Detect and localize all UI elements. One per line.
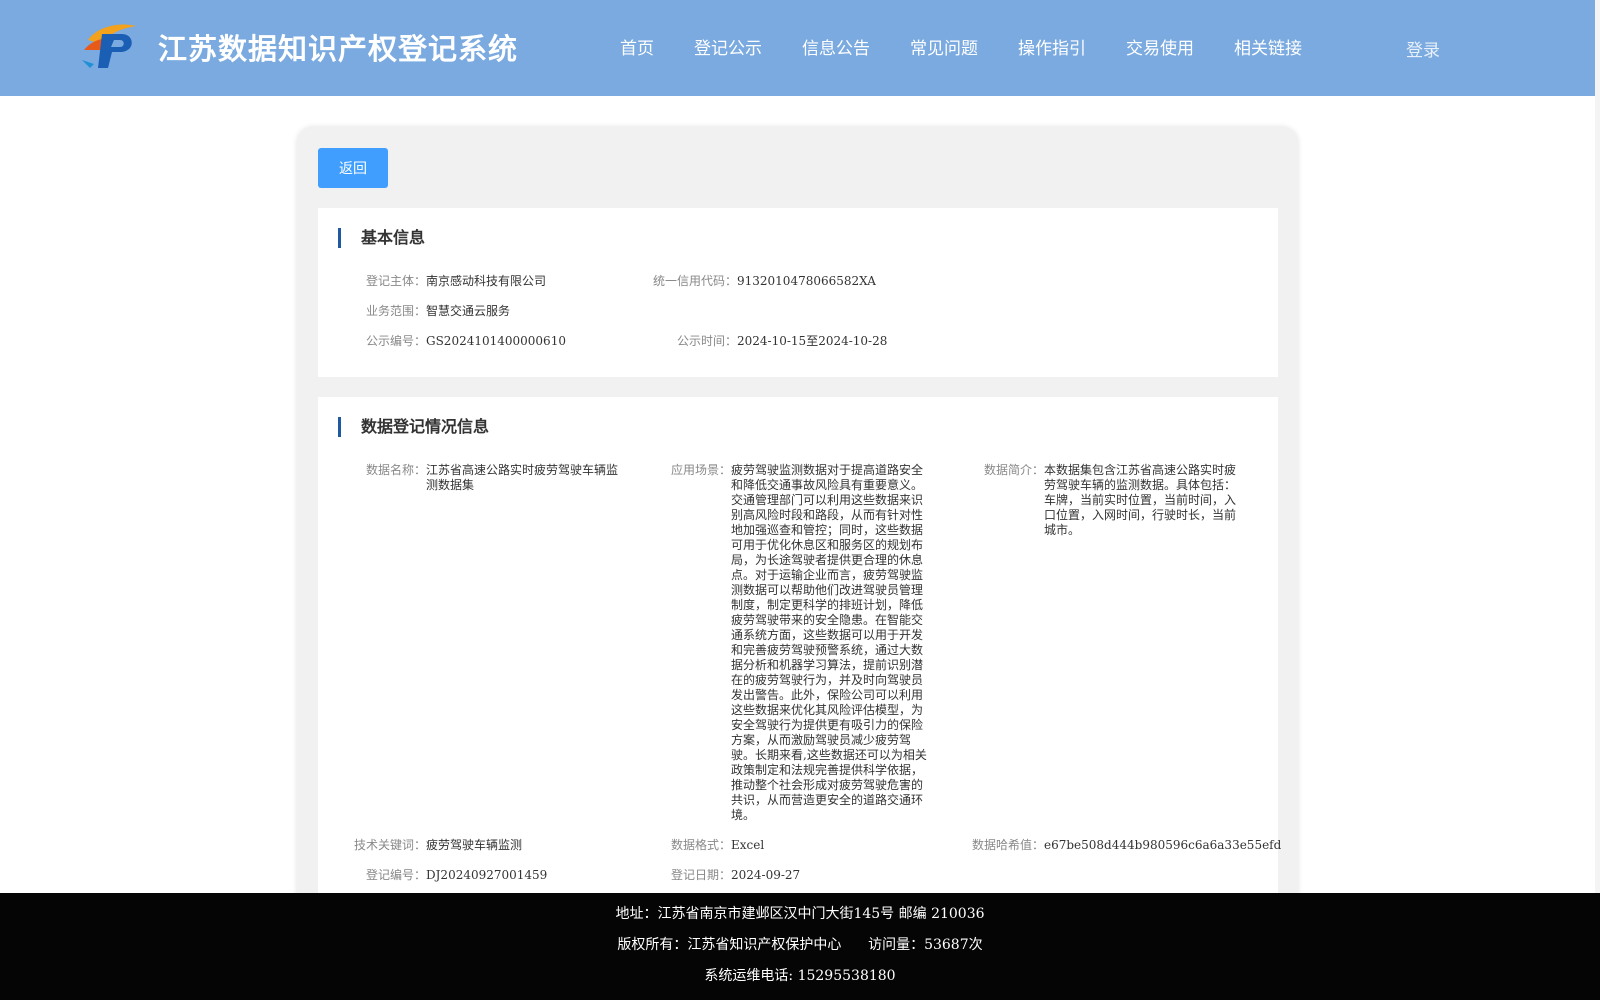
back-button[interactable]: 返回	[318, 148, 388, 188]
pub-time-label: 公示时间：	[676, 334, 737, 348]
basic-info-title: 基本信息	[338, 228, 425, 248]
nav-item-faq[interactable]: 常见问题	[910, 34, 978, 59]
registration-info-card: 数据登记情况信息 数据名称： 江苏省高速公路实时疲劳驾驶车辆监测数据集 应用场景…	[318, 397, 1281, 917]
pub-no-field: 公示编号： GS2024101400000610	[358, 334, 566, 349]
format-label: 数据格式：	[671, 838, 732, 852]
footer-copyright: 版权所有：江苏省知识产权保护中心 访问量：53687次	[617, 937, 983, 953]
entity-value: 南京感动科技有限公司	[426, 274, 547, 288]
pub-time-field: 公示时间： 2024-10-15至2024-10-28	[641, 334, 887, 349]
reg-date-label: 登记日期：	[671, 868, 732, 882]
keyword-label: 技术关键词：	[353, 838, 426, 852]
pub-time-value: 2024-10-15至2024-10-28	[737, 334, 888, 348]
reg-date-field: 登记日期： 2024-09-27	[671, 868, 800, 883]
detail-panel: 返回 基本信息 登记主体： 南京感动科技有限公司 统一信用代码： 9132010…	[297, 127, 1298, 917]
scope-label: 业务范围：	[365, 304, 426, 318]
credit-code-value: 9132010478066582XA	[737, 274, 876, 288]
format-field: 数据格式： Excel	[671, 838, 764, 853]
page-footer: 地址：江苏省南京市建邺区汉中门大街145号 邮编 210036 版权所有：江苏省…	[0, 893, 1600, 1000]
credit-code-label: 统一信用代码：	[652, 274, 737, 288]
format-value: Excel	[731, 838, 765, 852]
reg-no-field: 登记编号： DJ20240927001459	[358, 868, 547, 883]
registration-info-title: 数据登记情况信息	[338, 417, 489, 437]
reg-no-label: 登记编号：	[365, 868, 426, 882]
entity-field: 登记主体： 南京感动科技有限公司	[358, 274, 546, 289]
page-scrollbar[interactable]	[1595, 0, 1600, 1000]
data-name-field: 数据名称： 江苏省高速公路实时疲劳驾驶车辆监测数据集	[358, 463, 622, 493]
pub-no-label: 公示编号：	[365, 334, 426, 348]
entity-label: 登记主体：	[365, 274, 426, 288]
site-title: 江苏数据知识产权登记系统	[158, 32, 519, 66]
nav-item-trading[interactable]: 交易使用	[1126, 34, 1194, 59]
keyword-value: 疲劳驾驶车辆监测	[426, 838, 523, 852]
intro-field: 数据简介： 本数据集包含江苏省高速公路实时疲劳驾驶车辆的监测数据。具体包括：车牌…	[984, 463, 1240, 538]
scope-field: 业务范围： 智慧交通云服务	[358, 304, 510, 319]
reg-date-value: 2024-09-27	[731, 868, 801, 882]
data-name-label: 数据名称：	[365, 463, 426, 477]
scene-label: 应用场景：	[671, 463, 732, 477]
nav-item-home[interactable]: 首页	[620, 34, 654, 59]
intro-value: 本数据集包含江苏省高速公路实时疲劳驾驶车辆的监测数据。具体包括：车牌，当前实时位…	[1044, 463, 1237, 537]
data-name-value: 江苏省高速公路实时疲劳驾驶车辆监测数据集	[426, 463, 619, 492]
nav-item-guide[interactable]: 操作指引	[1018, 34, 1086, 59]
reg-no-value: DJ20240927001459	[426, 868, 548, 882]
footer-phone: 系统运维电话: 15295538180	[704, 968, 896, 984]
scene-field: 应用场景： 疲劳驾驶监测数据对于提高道路安全和降低交通事故风险具有重要意义。交通…	[671, 463, 927, 823]
logo-icon	[82, 24, 136, 68]
scene-value: 疲劳驾驶监测数据对于提高道路安全和降低交通事故风险具有重要意义。交通管理部门可以…	[731, 463, 927, 822]
hash-field: 数据哈希值： e67be508d444b980596c6a6a33e55efd	[962, 838, 1281, 853]
basic-info-card: 基本信息 登记主体： 南京感动科技有限公司 统一信用代码： 9132010478…	[318, 208, 1278, 377]
nav-item-links[interactable]: 相关链接	[1234, 34, 1302, 59]
scope-value: 智慧交通云服务	[426, 304, 511, 318]
hash-value: e67be508d444b980596c6a6a33e55efd	[1044, 838, 1282, 852]
main-nav: 首页 登记公示 信息公告 常见问题 操作指引 交易使用 相关链接	[620, 34, 1302, 59]
keyword-field: 技术关键词： 疲劳驾驶车辆监测	[346, 838, 522, 853]
nav-item-announcements[interactable]: 信息公告	[802, 34, 870, 59]
credit-code-field: 统一信用代码： 9132010478066582XA	[641, 274, 876, 289]
footer-address: 地址：江苏省南京市建邺区汉中门大街145号 邮编 210036	[615, 906, 985, 922]
nav-item-publicity[interactable]: 登记公示	[694, 34, 762, 59]
hash-label: 数据哈希值：	[971, 838, 1044, 852]
login-link[interactable]: 登录	[1406, 36, 1440, 61]
intro-label: 数据简介：	[984, 463, 1045, 477]
top-header: 江苏数据知识产权登记系统 首页 登记公示 信息公告 常见问题 操作指引 交易使用…	[0, 0, 1595, 96]
pub-no-value: GS2024101400000610	[426, 334, 566, 348]
